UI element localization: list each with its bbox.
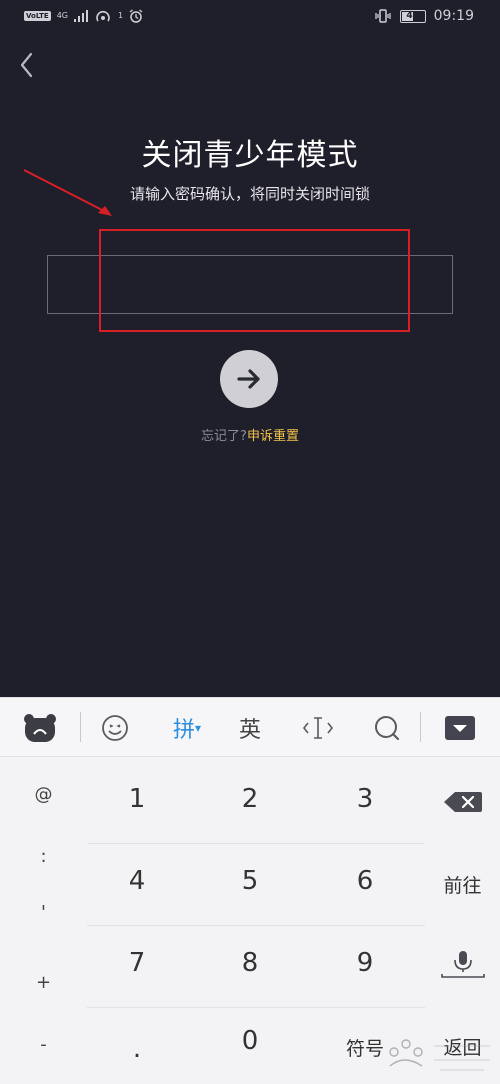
- key-1[interactable]: 1: [87, 769, 187, 829]
- english-mode-button[interactable]: 英: [230, 698, 270, 758]
- annotation-arrow-icon: [23, 169, 112, 216]
- key-4[interactable]: 4: [87, 851, 187, 911]
- volte-badge: VoLTE: [24, 11, 51, 21]
- forgot-password: 忘记了?申诉重置: [0, 425, 500, 444]
- pinyin-mode-button[interactable]: 拼 ▾: [162, 698, 212, 758]
- submit-button[interactable]: [220, 350, 278, 408]
- enter-key[interactable]: 前往: [425, 859, 500, 909]
- alarm-icon: [129, 9, 143, 23]
- key-7[interactable]: 7: [87, 933, 187, 993]
- battery-level: 47: [406, 10, 419, 21]
- network-type: 4G: [56, 11, 68, 20]
- du-logo-icon: [24, 714, 56, 742]
- key-row-divider: [87, 925, 425, 926]
- status-bar-left: VoLTE 4G 1: [24, 9, 143, 23]
- vibrate-icon: [374, 9, 391, 23]
- annotation-highlight-box: [99, 229, 410, 332]
- keyboard-toolbar: 拼 ▾ 英: [0, 697, 500, 757]
- search-icon: [375, 716, 400, 741]
- symbol-key-plus[interactable]: +: [0, 957, 87, 1007]
- signal-icon: [74, 10, 88, 22]
- backspace-key[interactable]: [425, 777, 500, 827]
- key-6[interactable]: 6: [315, 851, 415, 911]
- keyboard-logo-button[interactable]: [20, 698, 60, 758]
- symbol-key-colon[interactable]: :: [0, 831, 87, 881]
- backspace-icon: [443, 792, 482, 812]
- search-button[interactable]: [368, 698, 406, 758]
- dropdown-arrow-icon: ▾: [194, 721, 202, 735]
- hotspot-count: 1: [118, 11, 124, 20]
- forgot-question: 忘记了?: [201, 429, 247, 444]
- key-9[interactable]: 9: [315, 933, 415, 993]
- appeal-reset-link[interactable]: 申诉重置: [247, 429, 299, 444]
- key-row-divider: [87, 843, 425, 844]
- key-3[interactable]: 3: [315, 769, 415, 829]
- clock: 09:19: [433, 8, 474, 24]
- key-8[interactable]: 8: [200, 933, 300, 993]
- battery-indicator: 47: [399, 9, 426, 23]
- back-button[interactable]: [14, 50, 42, 80]
- toolbar-divider: [420, 712, 421, 742]
- emoji-icon: [102, 715, 128, 741]
- voice-input-key[interactable]: [425, 937, 500, 991]
- symbol-key-apostrophe[interactable]: ': [0, 887, 87, 937]
- symbols-key[interactable]: 符号: [315, 1017, 415, 1077]
- cursor-icon: [302, 717, 334, 739]
- cursor-button[interactable]: [298, 698, 338, 758]
- key-row-divider: [87, 1007, 425, 1008]
- microphone-icon: [440, 951, 485, 978]
- arrow-right-icon: [237, 369, 260, 389]
- key-dot[interactable]: .: [87, 1019, 187, 1079]
- status-bar-right: 47 09:19: [374, 8, 474, 24]
- hide-keyboard-icon: [445, 716, 475, 740]
- key-2[interactable]: 2: [200, 769, 300, 829]
- symbol-key-minus[interactable]: -: [0, 1019, 87, 1069]
- key-5[interactable]: 5: [200, 851, 300, 911]
- hide-keyboard-button[interactable]: [440, 698, 480, 758]
- pinyin-label: 拼: [172, 718, 195, 743]
- hotspot-icon: [96, 10, 110, 22]
- emoji-button[interactable]: [96, 698, 134, 758]
- symbol-key-at[interactable]: @: [0, 769, 87, 819]
- return-key[interactable]: 返回: [425, 1019, 500, 1073]
- key-0[interactable]: 0: [200, 1011, 300, 1071]
- keyboard: @ : ' + - 1 2 3 4 5 6 7 8 9 . 0 符号 前往 返回: [0, 757, 500, 1084]
- chevron-left-icon: [20, 52, 33, 78]
- status-bar: VoLTE 4G 1 47 09:19: [0, 0, 500, 36]
- toolbar-divider: [80, 712, 81, 742]
